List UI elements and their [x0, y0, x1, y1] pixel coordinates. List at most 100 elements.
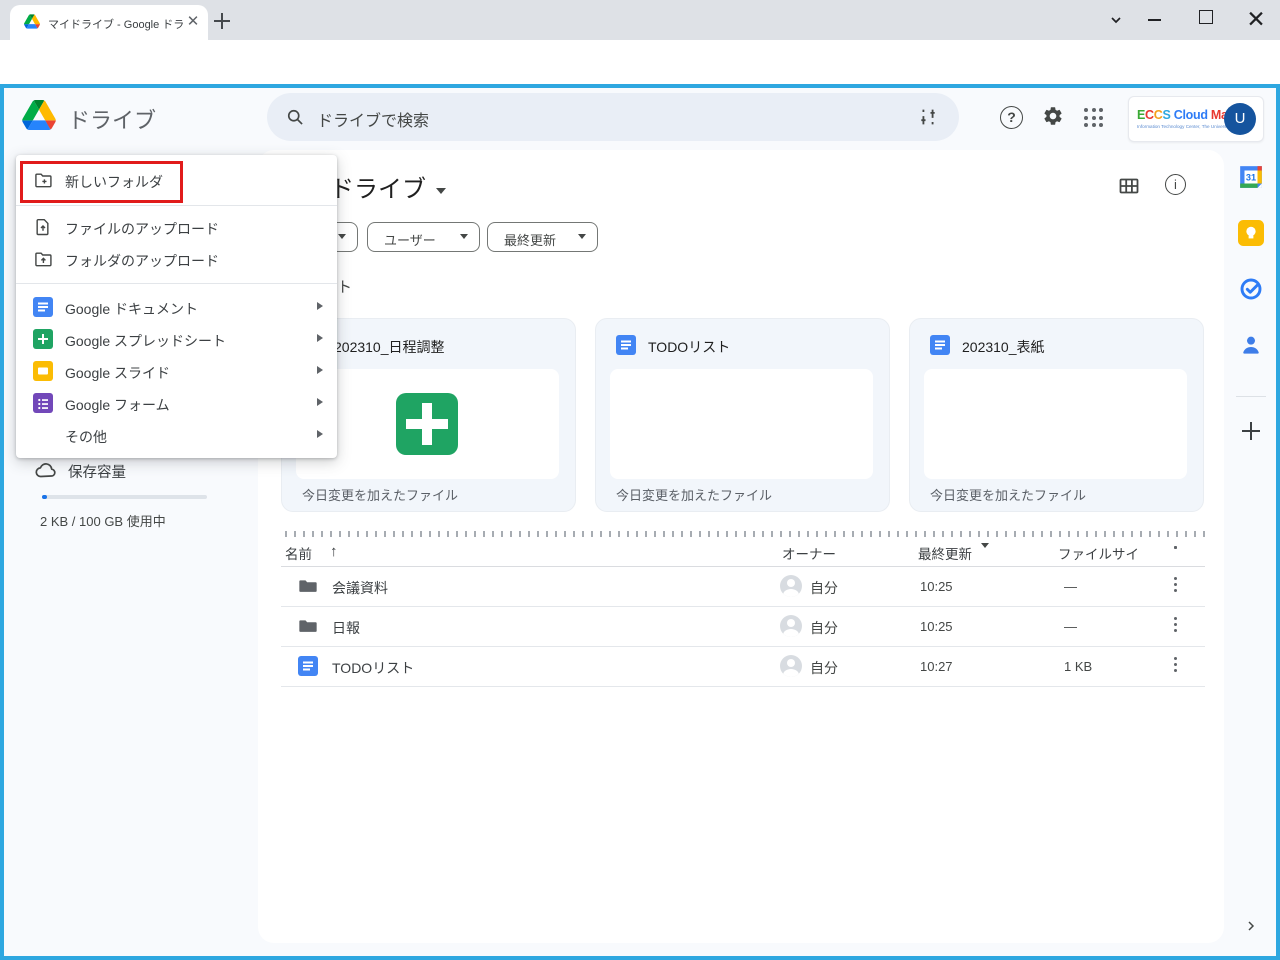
menu-item-label: Google スライド	[65, 363, 170, 383]
filter-chip-user[interactable]: ユーザー	[367, 222, 480, 252]
filter-chip-modified[interactable]: 最終更新	[487, 222, 598, 252]
storage-progress-bar	[42, 495, 207, 499]
forms-icon	[33, 393, 53, 413]
file-row[interactable]: TODOリスト 自分 10:27 1 KB	[281, 646, 1205, 687]
docs-file-icon	[298, 656, 318, 676]
tab-title: マイドライブ - Google ドライブ	[48, 16, 184, 32]
capture-frame-top	[0, 84, 1280, 88]
drive-logo-icon[interactable]	[22, 100, 56, 130]
owner-label: 自分	[810, 578, 838, 598]
sheets-icon	[33, 329, 53, 349]
suggestion-card[interactable]: 202310_表紙 今日変更を加えたファイル	[909, 318, 1204, 512]
chevron-down-icon	[460, 234, 468, 239]
new-tab-button[interactable]	[212, 11, 232, 31]
menu-item-folder-upload[interactable]: フォルダのアップロード	[16, 243, 337, 275]
window-maximize-button[interactable]	[1199, 10, 1213, 24]
column-modified[interactable]: 最終更新	[918, 543, 972, 563]
menu-item-label: その他	[65, 427, 107, 447]
file-row[interactable]: 日報 自分 10:25 —	[281, 606, 1205, 647]
menu-item-google-sheets[interactable]: Google スプレッドシート	[16, 323, 337, 355]
submenu-arrow-icon	[317, 430, 323, 438]
menu-item-google-forms[interactable]: Google フォーム	[16, 387, 337, 419]
google-apps-grid-icon[interactable]	[1084, 108, 1103, 127]
row-menu-icon[interactable]	[1174, 657, 1177, 675]
column-owner[interactable]: オーナー	[782, 543, 836, 563]
google-contacts-icon[interactable]	[1238, 332, 1264, 358]
browser-titlebar: マイドライブ - Google ドライブ ✕ ✕	[0, 0, 1280, 40]
collapse-panel-chevron-icon[interactable]	[1243, 918, 1259, 934]
window-close-button[interactable]: ✕	[1244, 4, 1268, 34]
file-size: —	[1064, 619, 1077, 634]
modified-time: 10:27	[920, 659, 953, 674]
card-reason: 今日変更を加えたファイル	[302, 485, 458, 504]
suggestion-card[interactable]: TODOリスト 今日変更を加えたファイル	[595, 318, 890, 512]
grid-view-toggle-icon[interactable]	[1117, 174, 1141, 198]
file-size: —	[1064, 579, 1077, 594]
browser-tab[interactable]: マイドライブ - Google ドライブ ✕	[10, 5, 208, 40]
column-size[interactable]: ファイルサイ	[1058, 543, 1139, 563]
file-row[interactable]: 会議資料 自分 10:25 —	[281, 566, 1205, 607]
file-name: 日報	[332, 618, 360, 638]
owner-avatar	[780, 615, 802, 637]
owner-label: 自分	[810, 618, 838, 638]
add-panel-icon[interactable]	[1239, 419, 1263, 443]
sheets-logo-large	[396, 393, 458, 455]
search-placeholder[interactable]: ドライブで検索	[317, 107, 429, 131]
menu-item-google-slides[interactable]: Google スライド	[16, 355, 337, 387]
column-name[interactable]: 名前	[285, 543, 312, 563]
drive-favicon-icon	[24, 14, 40, 29]
google-keep-icon[interactable]	[1238, 220, 1264, 246]
search-filters-icon[interactable]	[917, 106, 939, 128]
menu-item-more[interactable]: その他	[16, 419, 337, 451]
sidebar-item-storage[interactable]: 保存容量	[68, 461, 126, 482]
window-minimize-button[interactable]	[1148, 19, 1161, 21]
file-name: TODOリスト	[332, 658, 414, 678]
docs-file-icon	[930, 335, 950, 355]
chevron-down-icon	[578, 234, 586, 239]
menu-item-google-docs[interactable]: Google ドキュメント	[16, 291, 337, 323]
menu-separator	[16, 283, 337, 284]
folder-icon	[298, 576, 318, 596]
drive-profile-avatar[interactable]: U	[1224, 103, 1256, 135]
cloud-storage-icon	[34, 458, 58, 482]
card-preview	[924, 369, 1187, 479]
file-name: 会議資料	[332, 578, 388, 598]
menu-item-label: Google ドキュメント	[65, 299, 198, 319]
chip-label: ユーザー	[384, 230, 436, 249]
svg-text:31: 31	[1246, 172, 1256, 182]
account-badge[interactable]: ECCS Cloud Mail Information Technology C…	[1128, 96, 1264, 142]
sort-ascending-icon[interactable]: ↑	[330, 543, 338, 560]
folder-upload-icon	[33, 249, 53, 269]
submenu-arrow-icon	[317, 366, 323, 374]
settings-gear-icon[interactable]	[1042, 105, 1064, 127]
docs-file-icon	[616, 335, 636, 355]
file-list-header: 名前 ↑ オーナー 最終更新 ファイルサイ	[281, 540, 1205, 567]
info-icon[interactable]: i	[1165, 174, 1186, 195]
sort-descending-icon[interactable]	[981, 543, 989, 548]
search-icon[interactable]	[285, 107, 305, 127]
menu-item-file-upload[interactable]: ファイルのアップロード	[16, 211, 337, 243]
row-menu-icon[interactable]	[1174, 577, 1177, 595]
tab-search-chevron-icon[interactable]	[1106, 10, 1126, 30]
modified-time: 10:25	[920, 619, 953, 634]
chevron-down-icon	[436, 188, 446, 194]
annotation-highlight-box	[20, 161, 183, 203]
row-menu-icon[interactable]	[1174, 617, 1177, 635]
card-title: 202310_日程調整	[334, 337, 445, 357]
tab-close-icon[interactable]: ✕	[184, 13, 202, 31]
google-calendar-icon[interactable]: 31	[1238, 164, 1264, 190]
slides-icon	[33, 361, 53, 381]
owner-label: 自分	[810, 658, 838, 678]
storage-progress-fill	[42, 495, 47, 499]
file-upload-icon	[33, 217, 53, 237]
menu-item-label: Google スプレッドシート	[65, 331, 226, 351]
card-reason: 今日変更を加えたファイル	[616, 485, 772, 504]
help-icon[interactable]: ?	[1000, 106, 1023, 129]
submenu-arrow-icon	[317, 302, 323, 310]
search-bar[interactable]: ドライブで検索	[267, 93, 959, 141]
dashed-divider	[285, 531, 1205, 537]
google-tasks-icon[interactable]	[1238, 276, 1264, 302]
browser-toolbar: drive.google.com/drive/my-drive U	[0, 40, 1280, 88]
file-size: 1 KB	[1064, 659, 1092, 674]
rail-divider	[1236, 396, 1266, 397]
